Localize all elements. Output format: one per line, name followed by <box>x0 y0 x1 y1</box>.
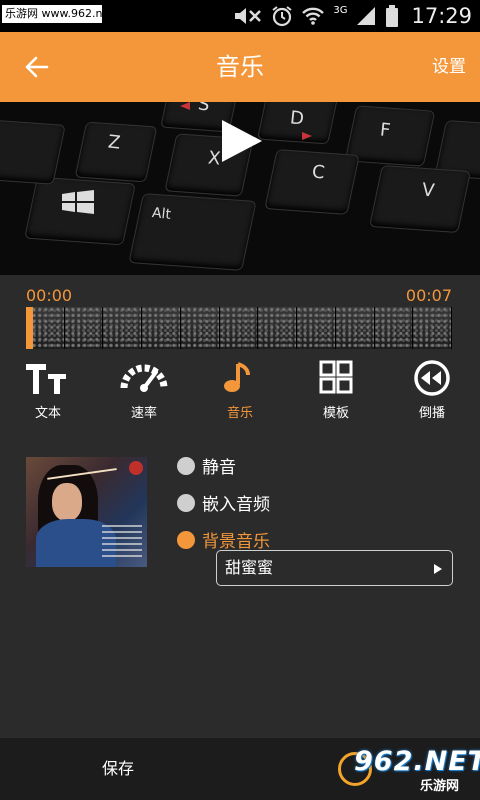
clock: 17:29 <box>411 4 472 28</box>
key-label: Z <box>106 131 122 154</box>
tool-reverse[interactable]: 倒播 <box>392 358 472 424</box>
video-frame-thumbnail <box>258 307 298 349</box>
timeline-handle[interactable] <box>26 307 33 349</box>
radio-button[interactable] <box>177 493 195 512</box>
video-frame-thumbnail <box>219 307 259 349</box>
tool-text[interactable]: 文本 <box>8 358 88 424</box>
network-type: 3G <box>333 4 348 16</box>
tool-label: 模板 <box>322 406 349 421</box>
app-bar: 音乐 设置 <box>0 32 480 102</box>
album-cover-art <box>102 525 142 561</box>
tool-template[interactable]: 模板 <box>296 358 376 424</box>
back-button[interactable] <box>22 52 52 82</box>
tool-label: 文本 <box>34 406 61 421</box>
radio-button[interactable] <box>177 456 195 475</box>
tool-label: 音乐 <box>226 406 253 421</box>
red-arrow-icon <box>180 102 190 110</box>
album-cover-art <box>52 483 82 521</box>
play-arrow-icon <box>434 564 442 574</box>
status-icons: 3G 17:29 <box>233 0 472 32</box>
timeline-start-time: 00:00 <box>26 286 73 305</box>
site-logo: 962.NET 乐游网 <box>338 746 480 794</box>
tool-label: 倒播 <box>418 406 445 421</box>
option-label: 嵌入音频 <box>202 495 270 515</box>
logo-subtext: 乐游网 <box>420 779 460 794</box>
settings-button[interactable]: 设置 <box>432 32 466 102</box>
video-frame-thumbnail <box>142 307 181 349</box>
keyboard-key <box>0 119 66 185</box>
key-label: F <box>378 119 392 142</box>
tool-speed[interactable]: 速率 <box>104 358 184 424</box>
video-preview[interactable]: S D F Z X C V Alt <box>0 102 480 275</box>
music-note-icon <box>224 362 250 392</box>
video-frame-thumbnail <box>297 307 336 349</box>
key-label: Alt <box>151 205 172 223</box>
save-button[interactable]: 保存 <box>102 738 134 800</box>
key-label: V <box>420 179 436 202</box>
speed-gauge-icon <box>120 364 168 392</box>
video-frame-thumbnail <box>413 307 452 349</box>
option-background-music[interactable]: 背景音乐 <box>177 527 270 552</box>
windows-logo-icon <box>62 190 94 214</box>
status-bar: 乐游网 www.962.net 3G 17:29 <box>0 0 480 32</box>
option-mute[interactable]: 静音 <box>177 453 236 478</box>
option-embedded-audio[interactable]: 嵌入音频 <box>177 490 270 515</box>
timeline: 00:00 00:07 <box>0 275 480 355</box>
page-title: 音乐 <box>216 53 264 81</box>
option-label: 背景音乐 <box>202 532 270 552</box>
option-label: 静音 <box>202 458 236 478</box>
keyboard-key <box>128 193 257 271</box>
timeline-end-time: 00:07 <box>405 286 452 305</box>
battery-icon <box>386 5 399 27</box>
video-frame-thumbnail <box>335 307 375 349</box>
rewind-icon <box>414 360 450 396</box>
logo-text: 962.NET <box>354 746 480 777</box>
video-frame-thumbnail <box>180 307 220 349</box>
music-select-value: 甜蜜蜜 <box>225 558 274 577</box>
key-label: C <box>310 161 326 184</box>
radio-button[interactable] <box>177 530 195 549</box>
grid-icon <box>319 360 353 394</box>
wifi-icon <box>302 7 325 25</box>
red-arrow-icon <box>302 132 312 140</box>
tool-label: 速率 <box>130 406 157 421</box>
bottom-bar: 保存 962.NET 乐游网 <box>0 738 480 800</box>
music-select[interactable]: 甜蜜蜜 <box>216 550 453 586</box>
text-icon <box>26 364 66 394</box>
album-cover <box>26 457 147 567</box>
video-frame-thumbnail <box>64 307 104 349</box>
arrow-left-icon <box>25 56 49 78</box>
video-frame-thumbnail <box>374 307 414 349</box>
album-cover-art <box>129 461 143 475</box>
site-watermark: 乐游网 www.962.net <box>2 5 102 23</box>
tool-music[interactable]: 音乐 <box>200 358 280 424</box>
key-label: D <box>288 107 305 130</box>
tool-row: 文本 速率 音乐 模板 倒播 <box>0 358 480 424</box>
frame-strip[interactable] <box>26 307 452 349</box>
mute-icon <box>235 8 262 24</box>
alarm-icon <box>272 6 292 27</box>
play-icon[interactable] <box>218 118 264 164</box>
video-frame-thumbnail <box>103 307 143 349</box>
signal-icon <box>357 7 376 25</box>
